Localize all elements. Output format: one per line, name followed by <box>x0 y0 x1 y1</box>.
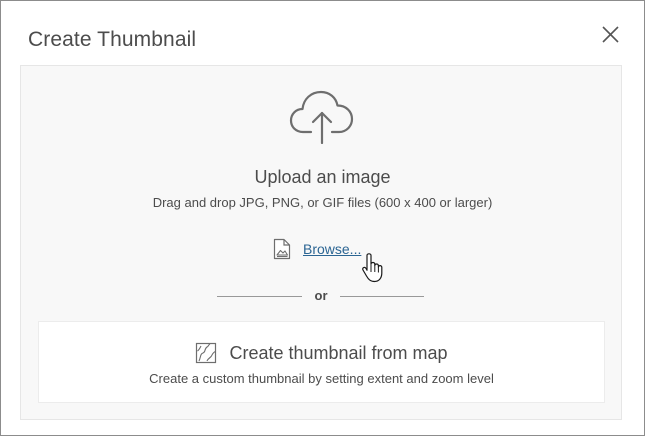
close-icon[interactable] <box>597 21 623 47</box>
upload-title: Upload an image <box>254 167 391 187</box>
create-from-map-row: Create thumbnail from map <box>39 342 604 364</box>
map-thumbnail-icon <box>195 342 217 364</box>
divider-or-label: or <box>314 288 328 303</box>
create-from-map-title: Create thumbnail from map <box>229 342 448 363</box>
divider-line-right <box>340 296 424 297</box>
browse-label[interactable]: Browse... <box>303 241 361 257</box>
dialog-title: Create Thumbnail <box>28 28 197 51</box>
create-from-map-description: Create a custom thumbnail by setting ext… <box>149 371 494 386</box>
cloud-upload-icon <box>289 88 355 145</box>
divider-line-left <box>217 296 302 297</box>
browse-link[interactable]: Browse... <box>273 238 361 260</box>
upload-description: Drag and drop JPG, PNG, or GIF files (60… <box>152 195 493 210</box>
image-file-icon <box>273 238 291 260</box>
hand-pointer-cursor-icon <box>361 253 383 283</box>
create-from-map-button[interactable]: Create thumbnail from map Create a custo… <box>38 321 605 403</box>
